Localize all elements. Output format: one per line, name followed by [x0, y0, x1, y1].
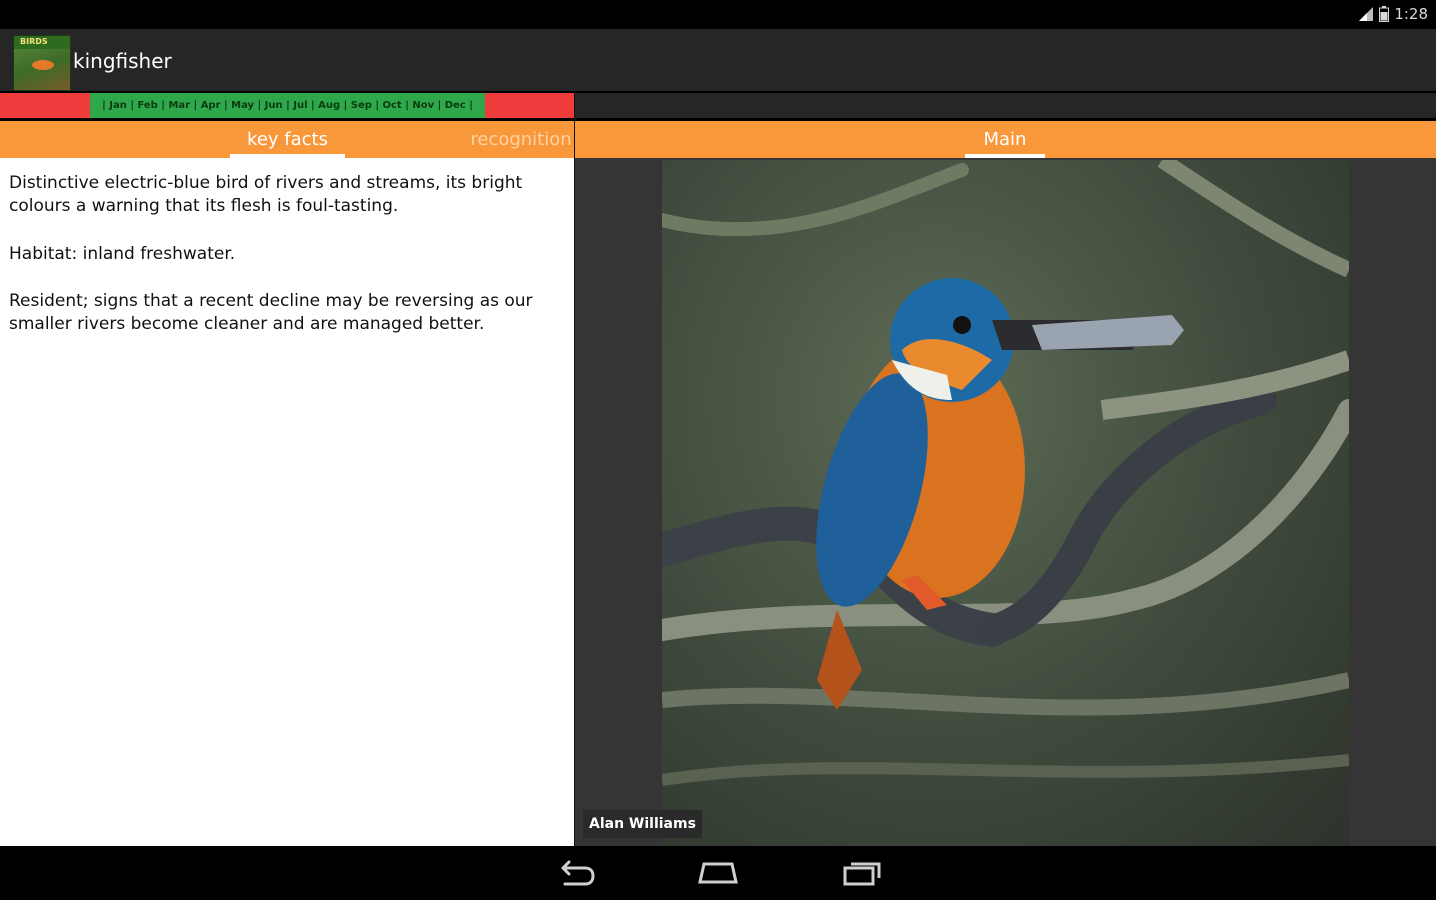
status-text: Resident; signs that a recent decline ma… — [9, 291, 533, 334]
kingfisher-illustration — [662, 160, 1349, 786]
habitat-text: Habitat: inland freshwater. — [9, 244, 236, 264]
page-title: kingfisher — [73, 49, 172, 73]
app-icon-bird — [32, 60, 54, 70]
signal-icon — [1359, 7, 1374, 21]
action-bar: BIRDS kingfisher — [0, 29, 1436, 91]
tab-recognition[interactable]: recognition — [468, 121, 574, 158]
app-icon-text: BIRDS — [20, 37, 48, 46]
tab-key-facts-label: key facts — [247, 129, 328, 150]
right-header-strip — [575, 93, 1436, 118]
photo-panel: Alan Williams — [575, 158, 1436, 846]
tab-key-facts[interactable]: key facts — [230, 121, 345, 158]
left-tab-bar: key facts recognition — [0, 121, 574, 158]
key-facts-panel: Distinctive electric-blue bird of rivers… — [0, 158, 574, 846]
photo-credit: Alan Williams — [583, 810, 702, 838]
kingfisher-app-icon[interactable]: BIRDS — [13, 35, 71, 91]
home-icon[interactable] — [696, 858, 740, 888]
month-presence-bar: | Jan | Feb | Mar | Apr | May | Jun | Ju… — [0, 93, 574, 118]
status-time: 1:28 — [1394, 5, 1428, 23]
status-icons: 1:28 — [1358, 5, 1428, 23]
status-bar: 1:28 — [0, 0, 1436, 29]
kingfisher-photo[interactable] — [662, 160, 1349, 846]
tab-recognition-label: recognition — [470, 129, 572, 150]
navigation-bar — [0, 846, 1436, 900]
app-icon-band: BIRDS — [14, 36, 70, 49]
right-tab-bar: Main — [575, 121, 1436, 158]
battery-icon — [1379, 6, 1390, 22]
tab-main[interactable]: Main — [965, 121, 1045, 158]
recent-apps-icon[interactable] — [841, 858, 885, 888]
month-labels: | Jan | Feb | Mar | Apr | May | Jun | Ju… — [90, 93, 485, 118]
tab-main-label: Main — [983, 129, 1027, 150]
description-text: Distinctive electric-blue bird of rivers… — [9, 173, 523, 216]
back-icon[interactable] — [553, 858, 597, 888]
